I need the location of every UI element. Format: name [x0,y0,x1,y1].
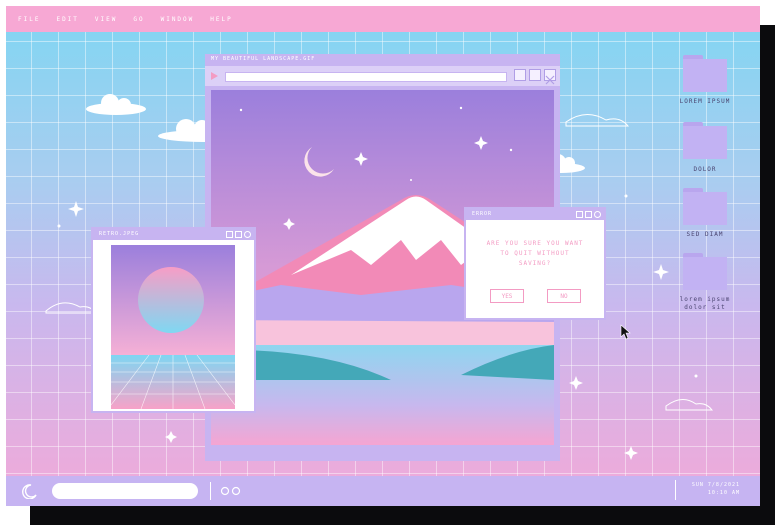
crescent-moon-icon[interactable] [21,483,37,499]
retro-minimize-button[interactable] [226,231,233,238]
minimize-button[interactable] [514,69,526,81]
taskbar: SUN 7/8/2021 10:10 AM [6,476,760,506]
dialog-message-line-2: TO QUIT WITHOUT [500,250,570,257]
menu-file[interactable]: FILE [18,16,40,23]
mouse-cursor-icon [620,324,631,340]
menu-go[interactable]: GO [133,16,144,23]
retro-window-titlebar: RETRO.JPEG [93,229,254,240]
menu-edit[interactable]: EDIT [56,16,78,23]
menu-view[interactable]: VIEW [95,16,117,23]
retro-maximize-button[interactable] [235,231,242,238]
dialog-close-button[interactable] [594,211,601,218]
menu-help[interactable]: HELP [210,16,232,23]
close-icon [545,75,555,85]
clock-date: SUN 7/8/2021 [691,482,740,488]
retro-window-title: RETRO.JPEG [99,231,140,237]
error-dialog[interactable]: ERROR ARE YOU SURE YOU WANT TO QUIT WITH… [464,207,606,320]
no-button[interactable]: NO [547,289,581,303]
maximize-button[interactable] [529,69,541,81]
folder-label[interactable]: DOLOR [670,166,740,174]
folder-icon[interactable] [683,122,727,159]
error-dialog-title: ERROR [472,211,493,217]
folder-label-line-1: lorem ipsum [679,296,731,303]
clock-time: 10:10 AM [707,490,740,496]
folder-icon[interactable] [683,188,727,225]
landscape-window-bottom [205,449,560,461]
taskbar-divider [210,482,211,500]
retro-image [111,245,235,409]
clock-divider [675,480,676,500]
folder-label[interactable]: LOREM IPSUM [670,98,740,106]
error-dialog-titlebar: ERROR [466,209,604,220]
folder-label[interactable]: SED DIAM [670,231,740,239]
folder-label-line-2: dolor sit [684,304,726,311]
menu-bar: FILE EDIT VIEW GO WINDOW HELP [6,6,760,32]
play-icon[interactable] [211,72,218,80]
landscape-window-tab: MY BEAUTIFUL LANDSCAPE.GIF [205,54,350,66]
folder-icon[interactable] [683,253,727,290]
close-button[interactable] [544,69,556,85]
address-bar [205,66,560,86]
double-circle-icon[interactable] [220,486,242,496]
retro-close-button[interactable] [244,231,251,238]
yes-button[interactable]: YES [490,289,524,303]
dialog-minimize-button[interactable] [576,211,583,218]
dialog-message-line-3: SAVING? [518,260,552,267]
dialog-maximize-button[interactable] [585,211,592,218]
taskbar-clock: SUN 7/8/2021 10:10 AM [692,481,740,497]
folder-label[interactable]: lorem ipsum dolor sit [670,296,740,312]
taskbar-search-input[interactable] [52,483,198,499]
dialog-message-line-1: ARE YOU SURE YOU WANT [486,240,584,247]
address-input[interactable] [225,72,507,82]
desktop: FILE EDIT VIEW GO WINDOW HELP MY BEAUTIF… [6,6,760,506]
menu-window[interactable]: WINDOW [161,16,195,23]
landscape-window-title: MY BEAUTIFUL LANDSCAPE.GIF [211,56,316,62]
folder-icon[interactable] [683,55,727,92]
dialog-message: ARE YOU SURE YOU WANT TO QUIT WITHOUT SA… [466,239,604,269]
retro-image-window[interactable]: RETRO.JPEG [91,227,256,413]
